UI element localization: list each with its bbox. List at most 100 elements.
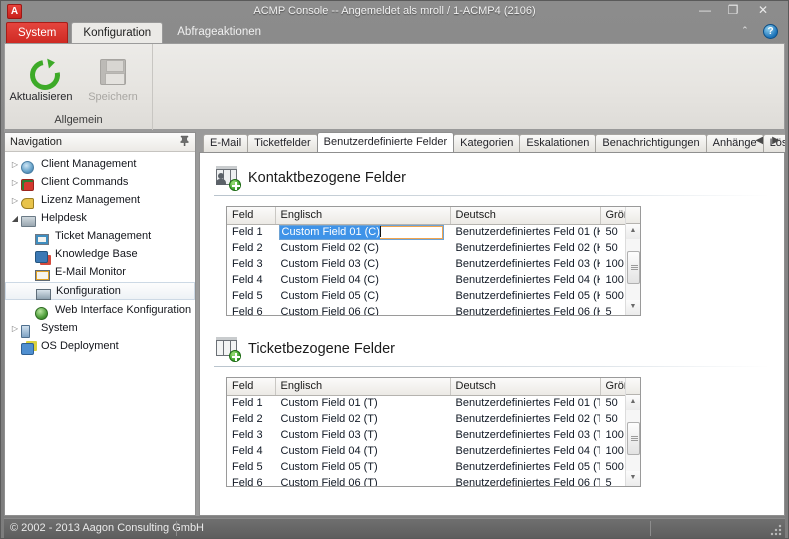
column-header-englisch[interactable]: Englisch <box>275 378 451 396</box>
tab-ticketfelder[interactable]: Ticketfelder <box>247 134 318 152</box>
contact-fields-grid[interactable]: Feld Englisch Deutsch Größe Feld 1 Custom… <box>226 206 641 316</box>
ticket-icon <box>35 231 52 245</box>
scroll-down-icon[interactable]: ▼ <box>625 471 640 486</box>
table-row[interactable]: Feld 4 Custom Field 04 (C) Benutzerdefinie… <box>227 272 640 288</box>
cell-deutsch: Benutzerdefiniertes Feld 05 (K) <box>455 290 600 302</box>
cell-englisch: Custom Field 06 (C) <box>280 306 379 316</box>
chevron-up-icon[interactable]: ⌃ <box>737 25 753 36</box>
table-row[interactable]: Feld 2 Custom Field 02 (C) Benutzerdefinie… <box>227 240 640 256</box>
help-icon[interactable]: ? <box>763 24 778 39</box>
tab-page-benutzerdefinierte-felder: Kontaktbezogene Felder Feld Englisch Deu… <box>199 152 785 516</box>
ribbon-right-controls: ⌃ ? <box>737 24 778 39</box>
scroll-up-icon[interactable]: ▲ <box>625 224 640 239</box>
cell-feld: Feld 2 <box>232 242 263 254</box>
sidebar-item-os-deployment[interactable]: OS Deployment <box>5 338 195 356</box>
tab-label: Benachrichtigungen <box>602 137 700 149</box>
cell-feld: Feld 6 <box>232 306 263 316</box>
cell-deutsch: Benutzerdefiniertes Feld 01 (K) <box>455 226 600 239</box>
ribbon-tab-konfiguration[interactable]: Konfiguration <box>71 22 164 43</box>
close-button[interactable]: ✕ <box>752 3 774 19</box>
cell-deutsch: Benutzerdefiniertes Feld 04 (T) <box>455 445 600 457</box>
refresh-button[interactable]: Aktualisieren <box>5 51 77 103</box>
column-header-englisch[interactable]: Englisch <box>275 207 451 225</box>
expander-closed-icon[interactable]: ▷ <box>9 157 21 173</box>
englisch-edit-input[interactable]: Custom Field 01 (C) <box>278 224 444 240</box>
tab-label: Kategorien <box>460 137 514 149</box>
sidebar-item-helpdesk[interactable]: ◢ Helpdesk <box>5 210 195 227</box>
tab-scroll-controls: ◀ ▶ <box>752 135 783 146</box>
status-divider-right <box>650 521 651 536</box>
tab-eskalationen[interactable]: Eskalationen <box>519 134 597 152</box>
tab-benutzerdefinierte-felder[interactable]: Benutzerdefinierte Felder <box>316 132 455 152</box>
table-header-row: Feld Englisch Deutsch Größe <box>227 207 640 225</box>
scrollbar-track[interactable] <box>625 410 640 471</box>
tab-scroll-left-icon[interactable]: ◀ <box>752 135 766 146</box>
table-row[interactable]: Feld 1 Custom Field 01 (T) Benutzerdefinie… <box>227 395 640 411</box>
sidebar-item-label: Client Commands <box>41 176 129 188</box>
cell-feld: Feld 3 <box>232 429 263 441</box>
column-header-deutsch[interactable]: Deutsch <box>450 207 601 225</box>
sidebar-item-konfiguration[interactable]: Konfiguration <box>5 282 195 300</box>
sidebar-item-lizenz-management[interactable]: ▷ Lizenz Management <box>5 192 195 209</box>
expander-closed-icon[interactable]: ▷ <box>9 193 21 209</box>
table-row[interactable]: Feld 2 Custom Field 02 (T) Benutzerdefinie… <box>227 411 640 427</box>
ticket-fields-icon <box>214 337 241 362</box>
ticket-fields-grid[interactable]: Feld Englisch Deutsch Größe Feld 1 Custom… <box>226 377 641 487</box>
sidebar-item-client-management[interactable]: ▷ Client Management <box>5 156 195 174</box>
section-ticketbezogene-felder: Ticketbezogene Felder Feld Englisch Deut… <box>200 316 784 487</box>
sidebar-item-knowledge-base[interactable]: Knowledge Base <box>5 246 195 264</box>
grid-body: Feld Englisch Deutsch Größe Feld 1 Custom… <box>227 378 640 486</box>
contact-grid-scrollbar[interactable]: ▲ ▼ <box>625 207 640 315</box>
scroll-down-icon[interactable]: ▼ <box>625 300 640 315</box>
puzzle-icon <box>21 177 38 192</box>
resize-grip[interactable] <box>770 524 782 536</box>
column-header-feld[interactable]: Feld <box>227 378 276 396</box>
tab-e-mail[interactable]: E-Mail <box>203 134 249 152</box>
tab-kategorien[interactable]: Kategorien <box>453 134 521 152</box>
table-row[interactable]: Feld 4 Custom Field 04 (T) Benutzerdefinie… <box>227 443 640 459</box>
tab-benachrichtigungen[interactable]: Benachrichtigungen <box>595 134 707 152</box>
table-row[interactable]: Feld 6 Custom Field 06 (C) Benutzerdefinie… <box>227 304 640 316</box>
cell-englisch: Custom Field 02 (C) <box>280 242 379 254</box>
minimize-button[interactable]: — <box>694 3 716 19</box>
section-title: Ticketbezogene Felder <box>248 341 395 357</box>
sidebar-item-client-commands[interactable]: ▷ Client Commands <box>5 174 195 192</box>
table-row[interactable]: Feld 6 Custom Field 06 (T) Benutzerdefinie… <box>227 475 640 486</box>
sidebar-item-web-interface-konfiguration[interactable]: Web Interface Konfiguration <box>5 302 195 320</box>
table-body: Feld 1 Custom Field 01 (T) Benutzerdefinie… <box>227 395 640 486</box>
scrollbar-track[interactable] <box>625 239 640 300</box>
maximize-button[interactable]: ❐ <box>722 3 744 19</box>
sidebar-item-system[interactable]: ▷ System <box>5 320 195 338</box>
ticket-grid-scrollbar[interactable]: ▲ ▼ <box>625 378 640 486</box>
scroll-up-icon[interactable]: ▲ <box>625 395 640 410</box>
table-row[interactable]: Feld 5 Custom Field 05 (T) Benutzerdefinie… <box>227 459 640 475</box>
table-row[interactable]: Feld 5 Custom Field 05 (C) Benutzerdefinie… <box>227 288 640 304</box>
mail-icon <box>35 267 52 281</box>
cell-feld: Feld 5 <box>232 461 263 473</box>
table-row[interactable]: Feld 3 Custom Field 03 (T) Benutzerdefinie… <box>227 427 640 443</box>
cell-englisch-editor[interactable]: Custom Field 01 (C) <box>275 224 450 240</box>
refresh-icon <box>27 66 55 78</box>
expander-closed-icon[interactable]: ▷ <box>9 175 21 191</box>
table-row[interactable]: Feld 1 Custom Field 01 (C) Benutzerdefinie… <box>227 224 640 240</box>
cell-englisch: Custom Field 02 (T) <box>280 413 378 425</box>
tab-scroll-right-icon[interactable]: ▶ <box>769 135 783 146</box>
expander-open-icon[interactable]: ◢ <box>9 211 21 227</box>
column-header-feld[interactable]: Feld <box>227 207 276 225</box>
cell-feld: Feld 1 <box>232 397 263 410</box>
pin-icon[interactable] <box>177 135 191 149</box>
table-row[interactable]: Feld 3 Custom Field 03 (C) Benutzerdefinie… <box>227 256 640 272</box>
sidebar-item-e-mail-monitor[interactable]: E-Mail Monitor <box>5 264 195 281</box>
ribbon-group-label: Allgemein <box>54 114 103 126</box>
column-header-deutsch[interactable]: Deutsch <box>450 378 601 396</box>
ribbon-tab-system[interactable]: System <box>6 22 69 43</box>
expander-closed-icon[interactable]: ▷ <box>9 321 21 337</box>
ribbon-body: Aktualisieren Speichern Allgemein <box>4 43 785 130</box>
sidebar-item-ticket-management[interactable]: Ticket Management <box>5 228 195 245</box>
scrollbar-thumb[interactable] <box>626 422 640 455</box>
cell-englisch: Custom Field 05 (T) <box>280 461 378 473</box>
cell-feld: Feld 5 <box>232 290 263 302</box>
save-button[interactable]: Speichern <box>77 51 149 103</box>
ribbon-tab-abfrageaktionen[interactable]: Abfrageaktionen <box>166 22 272 43</box>
scrollbar-thumb[interactable] <box>626 251 640 284</box>
